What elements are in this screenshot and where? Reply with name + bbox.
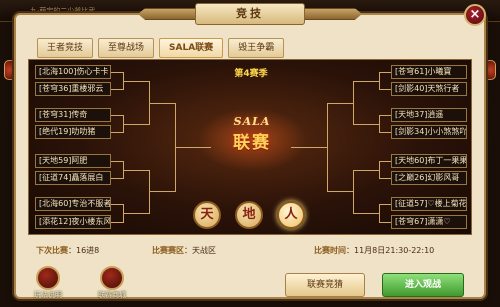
bracket-line bbox=[327, 191, 353, 192]
bracket-line bbox=[379, 72, 391, 73]
bracket-line bbox=[149, 103, 175, 104]
tournament-bracket: 第4赛季 SALA 联赛 [北海100]伤心卡卡 [苍穹36]重楼邪云 [苍穹3… bbox=[28, 59, 472, 235]
right-player-slot: [苍穹61]小曦寶 bbox=[391, 65, 467, 79]
left-player-slot: [添花12]夜小楼东风 bbox=[35, 215, 111, 229]
tab-king-arena[interactable]: 王者竞技 bbox=[37, 38, 94, 58]
left-player-slot: [苍穹36]重楼邪云 bbox=[35, 82, 111, 96]
league-bet-button[interactable]: 联赛竞猜 bbox=[285, 273, 365, 297]
zone-button-earth[interactable]: 地 bbox=[235, 201, 263, 229]
bracket-line bbox=[175, 147, 211, 148]
bracket-line bbox=[111, 161, 123, 162]
match-info-bar: 下次比赛：16进8 比赛赛区：天战区 比赛时间：11月8日21:30-22:10 bbox=[28, 244, 472, 258]
zone-button-heaven[interactable]: 天 bbox=[193, 201, 221, 229]
bracket-line bbox=[353, 213, 379, 214]
bracket-line bbox=[123, 170, 149, 171]
rules-label: 玩法说明 bbox=[34, 291, 62, 299]
bracket-line bbox=[149, 191, 175, 192]
bracket-line bbox=[379, 89, 391, 90]
bracket-line bbox=[149, 170, 150, 214]
bracket-line bbox=[111, 115, 123, 116]
right-player-slot: [之巅26]幻影风哥 bbox=[391, 171, 467, 185]
right-player-slot: [剑影34]小小煞煞吖 bbox=[391, 125, 467, 139]
bracket-line bbox=[327, 103, 328, 192]
league-shop-icon[interactable] bbox=[100, 266, 124, 290]
tab-king-contest[interactable]: 毁王争霸 bbox=[228, 38, 285, 58]
league-shop-label: 联赛商城 bbox=[98, 291, 126, 299]
bracket-line bbox=[379, 115, 391, 116]
left-player-slot: [征道74]矗落展白 bbox=[35, 171, 111, 185]
bracket-line bbox=[379, 204, 391, 205]
bracket-line bbox=[379, 161, 391, 162]
next-match-value: ：16进8 bbox=[68, 246, 100, 255]
bracket-line bbox=[379, 178, 391, 179]
left-player-slot: [天地59]阿肥 bbox=[35, 154, 111, 168]
zone-button-human[interactable]: 人 bbox=[277, 201, 305, 229]
match-zone-value: ：天战区 bbox=[184, 246, 216, 255]
bracket-line bbox=[123, 81, 149, 82]
close-button[interactable]: × bbox=[464, 4, 486, 26]
sala-league-emblem: SALA 联赛 bbox=[207, 115, 297, 165]
bracket-line bbox=[111, 222, 123, 223]
title-wing-left bbox=[138, 8, 198, 20]
right-player-slot: [征道57]♡楼上菊花 bbox=[391, 197, 467, 211]
right-player-slot: [天地60]布丁一果果 bbox=[391, 154, 467, 168]
match-time-value: ：11月8日21:30-22:10 bbox=[346, 246, 435, 255]
bracket-line bbox=[111, 132, 123, 133]
next-match-label: 下次比赛 bbox=[36, 246, 68, 255]
bracket-line bbox=[353, 81, 354, 125]
bracket-line bbox=[353, 81, 379, 82]
bracket-line bbox=[123, 124, 149, 125]
left-player-slot: [绝代19]叻叻猪 bbox=[35, 125, 111, 139]
rules-icon[interactable] bbox=[36, 266, 60, 290]
right-player-slot: [剑影40]天煞行者 bbox=[391, 82, 467, 96]
bracket-line bbox=[379, 222, 391, 223]
bracket-line bbox=[353, 170, 379, 171]
bracket-line bbox=[111, 178, 123, 179]
tab-sala-league[interactable]: SALA联赛 bbox=[159, 38, 224, 58]
bracket-line bbox=[379, 132, 391, 133]
bracket-line bbox=[353, 124, 379, 125]
bracket-line bbox=[379, 161, 380, 179]
enter-spectate-button[interactable]: 进入观战 bbox=[382, 273, 464, 297]
left-player-slot: [北海100]伤心卡卡 bbox=[35, 65, 111, 79]
bracket-line bbox=[111, 72, 123, 73]
emblem-league-text: 联赛 bbox=[233, 133, 271, 153]
match-time-label: 比赛时间 bbox=[314, 246, 346, 255]
right-player-slot: [苍穹67]潇潇♡ bbox=[391, 215, 467, 229]
bracket-line bbox=[327, 103, 353, 104]
bracket-line bbox=[111, 89, 123, 90]
title-wing-right bbox=[302, 8, 362, 20]
emblem-sala-text: SALA bbox=[233, 115, 271, 128]
left-player-slot: [苍穹31]传奇 bbox=[35, 108, 111, 122]
bracket-line bbox=[379, 115, 380, 133]
season-label: 第4赛季 bbox=[234, 69, 268, 79]
bracket-line bbox=[379, 204, 380, 223]
bracket-line bbox=[353, 170, 354, 214]
match-zone-label: 比赛赛区 bbox=[152, 246, 184, 255]
bracket-line bbox=[291, 147, 327, 148]
bracket-line bbox=[111, 204, 123, 205]
bracket-line bbox=[123, 213, 149, 214]
right-player-slot: [天地37]逍遥 bbox=[391, 108, 467, 122]
tab-supreme-battlefield[interactable]: 至尊战场 bbox=[98, 38, 155, 58]
bracket-line bbox=[379, 72, 380, 90]
left-player-slot: [北海60]专治不服者 bbox=[35, 197, 111, 211]
panel-title: 竞技 bbox=[195, 3, 305, 25]
tab-bar: 王者竞技 至尊战场 SALA联赛 毁王争霸 bbox=[37, 38, 285, 58]
